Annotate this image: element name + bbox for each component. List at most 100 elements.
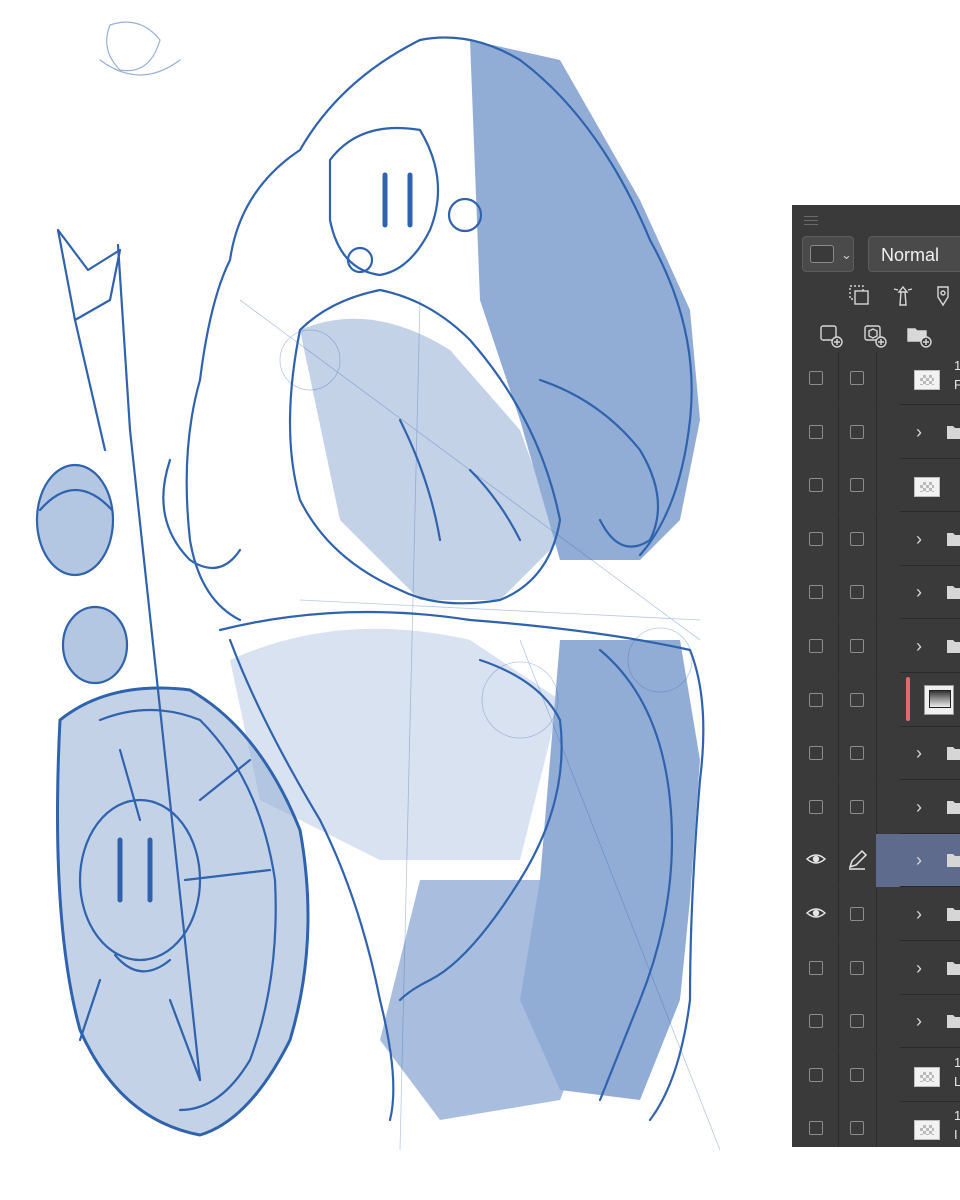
layer-row[interactable]: [792, 673, 960, 727]
layer-edit-toggle[interactable]: [838, 459, 877, 513]
layer-edit-toggle[interactable]: [838, 1102, 877, 1147]
layer-edit-toggle[interactable]: [838, 566, 877, 620]
visibility-checkbox: [809, 1067, 823, 1082]
layer-visibility-toggle[interactable]: [792, 834, 839, 888]
edit-checkbox: [850, 585, 864, 600]
layer-row[interactable]: 1F: [792, 352, 960, 405]
chevron-right-icon[interactable]: ›: [916, 904, 922, 925]
layer-row[interactable]: ›: [792, 620, 960, 673]
layer-row[interactable]: ›: [792, 566, 960, 620]
layer-edit-toggle[interactable]: [838, 941, 877, 995]
chevron-down-icon: ⌄: [841, 247, 852, 262]
lighthouse-icon[interactable]: [888, 281, 918, 311]
layer-content[interactable]: ›: [876, 727, 960, 780]
layer-edit-toggle[interactable]: [838, 834, 877, 888]
edit-checkbox: [850, 639, 864, 653]
layer-row[interactable]: ›: [792, 834, 960, 888]
chevron-right-icon[interactable]: ›: [916, 797, 922, 818]
layer-content[interactable]: ›: [876, 888, 960, 941]
layer-edit-toggle[interactable]: [838, 995, 877, 1049]
layer-subname: I: [954, 1127, 958, 1143]
chevron-right-icon[interactable]: ›: [916, 1011, 922, 1032]
layer-visibility-toggle[interactable]: [792, 620, 839, 673]
chevron-right-icon[interactable]: ›: [916, 582, 922, 603]
layer-content[interactable]: ›: [876, 566, 960, 619]
layer-row[interactable]: [792, 459, 960, 513]
layer-row[interactable]: ›: [792, 888, 960, 941]
edit-checkbox: [850, 424, 864, 439]
layer-edit-toggle[interactable]: [838, 888, 877, 941]
layer-row[interactable]: 1L: [792, 1048, 960, 1102]
layer-thumbnail: [914, 1066, 940, 1087]
visibility-checkbox: [809, 531, 823, 546]
visibility-checkbox: [809, 1121, 823, 1136]
folder-icon: [947, 640, 960, 653]
layer-content[interactable]: ›: [876, 834, 960, 888]
merge-icon[interactable]: [844, 281, 874, 311]
layer-visibility-toggle[interactable]: [792, 888, 839, 941]
new-raster-layer-icon[interactable]: [816, 321, 846, 351]
layer-visibility-toggle[interactable]: [792, 352, 839, 405]
folder-icon: [947, 961, 960, 975]
chevron-right-icon[interactable]: ›: [916, 743, 922, 764]
panel-menu-grip-icon[interactable]: [804, 213, 818, 228]
layer-visibility-toggle[interactable]: [792, 727, 839, 781]
edit-checkbox: [850, 692, 864, 707]
layer-content[interactable]: [876, 459, 960, 512]
layer-visibility-toggle[interactable]: [792, 1048, 839, 1102]
layer-content[interactable]: ›: [876, 513, 960, 566]
blend-mode-select[interactable]: Normal: [868, 236, 960, 272]
layer-visibility-toggle[interactable]: [792, 673, 839, 727]
layer-visibility-toggle[interactable]: [792, 512, 839, 566]
layers-list: 1 F › › › › › › › › › › 1 L 1 I: [792, 352, 960, 1147]
layer-edit-toggle[interactable]: [838, 620, 877, 673]
layer-subname: F: [954, 377, 960, 392]
layer-content[interactable]: ›: [876, 781, 960, 834]
layer-edit-toggle[interactable]: [838, 512, 877, 566]
layer-content[interactable]: [876, 674, 960, 727]
layer-row[interactable]: ›: [792, 727, 960, 781]
layer-visibility-toggle[interactable]: [792, 566, 839, 620]
layer-row[interactable]: ›: [792, 512, 960, 566]
layer-content[interactable]: ›: [876, 995, 960, 1048]
gradient-layer-thumbnail: [924, 684, 954, 715]
layer-edit-toggle[interactable]: [838, 405, 877, 459]
layer-row[interactable]: ›: [792, 941, 960, 995]
layer-visibility-toggle[interactable]: [792, 780, 839, 834]
edit-checkbox: [850, 1014, 864, 1029]
visibility-checkbox: [809, 692, 823, 707]
layer-visibility-toggle[interactable]: [792, 459, 839, 513]
layer-edit-toggle[interactable]: [838, 1048, 877, 1102]
chevron-right-icon[interactable]: ›: [916, 850, 922, 871]
layer-visibility-toggle[interactable]: [792, 941, 839, 995]
layer-content[interactable]: 1L: [876, 1049, 960, 1102]
layer-visibility-toggle[interactable]: [792, 995, 839, 1049]
chevron-right-icon[interactable]: ›: [916, 958, 922, 979]
layer-row[interactable]: ›: [792, 405, 960, 459]
folder-icon: [947, 532, 960, 546]
layer-edit-toggle[interactable]: [838, 727, 877, 781]
layer-content[interactable]: 1F: [876, 352, 960, 405]
chevron-right-icon[interactable]: ›: [916, 422, 922, 443]
layer-row[interactable]: ›: [792, 995, 960, 1049]
eye-icon: [806, 854, 826, 865]
layer-edit-toggle[interactable]: [838, 673, 877, 727]
layer-content[interactable]: ›: [876, 942, 960, 995]
layer-row[interactable]: ›: [792, 780, 960, 834]
canvas-artwork[interactable]: [0, 0, 790, 1200]
layer-color-dropdown[interactable]: ⌄: [802, 236, 854, 272]
layer-edit-toggle[interactable]: [838, 352, 877, 405]
layer-visibility-toggle[interactable]: [792, 1102, 839, 1147]
layer-toolbar-bottom: [792, 317, 960, 357]
chevron-right-icon[interactable]: ›: [916, 529, 922, 550]
layer-content[interactable]: ›: [876, 406, 960, 459]
layer-row[interactable]: 1I: [792, 1102, 960, 1147]
layer-content[interactable]: ›: [876, 620, 960, 673]
layer-visibility-toggle[interactable]: [792, 405, 839, 459]
chevron-right-icon[interactable]: ›: [916, 636, 922, 657]
new-3d-layer-icon[interactable]: [860, 321, 890, 351]
pin-icon[interactable]: [930, 281, 960, 311]
layer-content[interactable]: 1I: [876, 1102, 960, 1147]
layer-edit-toggle[interactable]: [838, 780, 877, 834]
new-folder-icon[interactable]: [904, 321, 934, 351]
